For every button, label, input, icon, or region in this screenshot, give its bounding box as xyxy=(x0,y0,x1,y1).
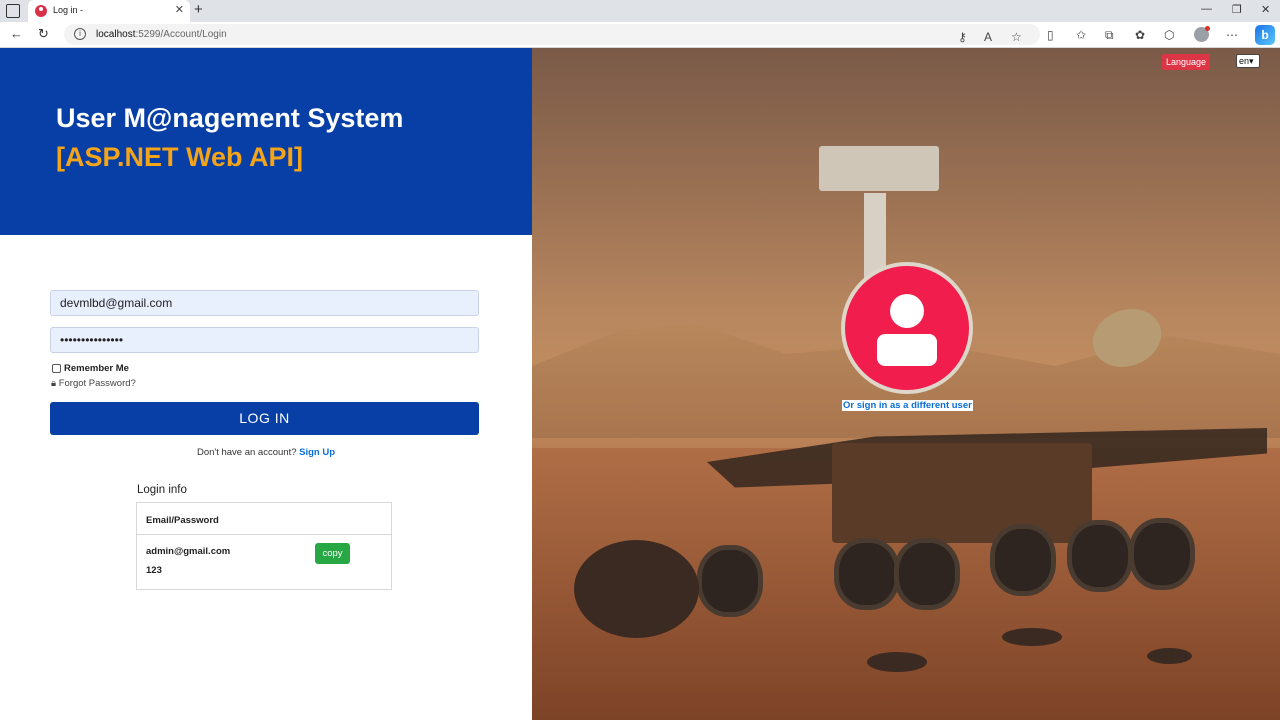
background-image-panel: Language en▾ Or sign in as a different u… xyxy=(532,48,1280,720)
window-close-icon[interactable]: ✕ xyxy=(1261,3,1270,16)
login-panel: User M@nagement System [ASP.NET Web API]… xyxy=(0,48,532,720)
rover-chassis xyxy=(832,443,1092,543)
browser-address-bar: ← ↻ i localhost:5299/Account/Login ⚷ A ☆… xyxy=(0,22,1280,48)
profile-avatar-icon[interactable] xyxy=(1194,26,1210,42)
more-menu-icon[interactable]: ⋯ xyxy=(1226,28,1238,42)
rover-wheel xyxy=(834,538,900,610)
no-account-text: Don't have an account? xyxy=(196,447,297,458)
login-info-email: admin@gmail.com xyxy=(146,546,231,557)
browser-essentials-icon[interactable]: ⬡ xyxy=(1164,28,1174,42)
favorite-star-icon[interactable]: ☆ xyxy=(1011,30,1022,44)
language-button[interactable]: Language xyxy=(1162,54,1210,70)
lock-icon: 🔒︎ xyxy=(51,378,57,389)
signup-prompt: Don't have an account? Sign Up xyxy=(0,447,532,458)
rover-wheel xyxy=(697,545,763,617)
copilot-icon[interactable]: b xyxy=(1255,25,1275,45)
login-button[interactable]: LOG IN xyxy=(50,402,479,435)
rock xyxy=(574,540,699,638)
rock xyxy=(1002,628,1062,646)
rover-wheel xyxy=(990,524,1056,596)
minimize-icon[interactable]: — xyxy=(1201,3,1212,15)
login-info-header: Email/Password xyxy=(137,503,391,535)
email-field[interactable]: devmlbd@gmail.com xyxy=(50,290,479,316)
browser-tab[interactable]: Log in - ✕ xyxy=(28,0,190,22)
restore-icon[interactable]: ❐ xyxy=(1232,3,1242,16)
language-select[interactable]: en▾ xyxy=(1236,54,1260,68)
password-field[interactable]: ••••••••••••••• xyxy=(50,327,479,353)
signup-link[interactable]: Sign Up xyxy=(299,447,335,458)
extension-icon[interactable]: ✿ xyxy=(1135,28,1145,42)
remember-me-label: Remember Me xyxy=(64,363,129,374)
url-field[interactable]: i localhost:5299/Account/Login ⚷ A ☆ xyxy=(64,24,1040,45)
url-text: localhost:5299/Account/Login xyxy=(96,29,227,40)
user-body-icon xyxy=(877,334,937,366)
remember-me[interactable]: Remember Me xyxy=(52,363,129,374)
tab-close-icon[interactable]: ✕ xyxy=(175,3,184,16)
tab-title: Log in - xyxy=(53,5,84,15)
back-icon[interactable]: ← xyxy=(10,26,23,41)
site-info-icon[interactable]: i xyxy=(74,28,86,40)
rover-wheel xyxy=(1129,518,1195,590)
favorites-icon[interactable]: ✩ xyxy=(1076,28,1086,42)
new-tab-icon[interactable]: + xyxy=(194,1,203,18)
refresh-icon[interactable]: ↻ xyxy=(38,26,49,42)
collections-icon[interactable]: ⧉ xyxy=(1105,28,1114,43)
tab-actions-icon[interactable] xyxy=(6,4,20,18)
split-screen-icon[interactable]: ▯ xyxy=(1047,28,1054,42)
login-info-title: Login info xyxy=(137,484,187,496)
login-info-password: 123 xyxy=(146,565,162,576)
rover-camera-head xyxy=(819,146,939,191)
app-title: User M@nagement System xyxy=(56,103,404,133)
rover-wheel xyxy=(894,538,960,610)
browser-tab-bar: Log in - ✕ + — ❐ ✕ xyxy=(0,0,1280,22)
remember-me-checkbox[interactable] xyxy=(52,364,61,373)
key-icon[interactable]: ⚷ xyxy=(958,30,967,44)
login-page: User M@nagement System [ASP.NET Web API]… xyxy=(0,48,1280,720)
user-head-icon xyxy=(890,294,924,328)
forgot-password-link[interactable]: 🔒︎ Forgot Password? xyxy=(51,378,136,389)
copy-button[interactable]: copy xyxy=(315,543,350,564)
hero-banner: User M@nagement System [ASP.NET Web API] xyxy=(0,48,532,235)
forgot-password-label: Forgot Password? xyxy=(58,378,136,389)
user-avatar[interactable] xyxy=(841,262,973,394)
tab-favicon-icon xyxy=(35,5,47,17)
login-info-table: Email/Password admin@gmail.com 123 copy xyxy=(136,502,392,590)
language-value: en xyxy=(1239,56,1250,66)
rover-wheel xyxy=(1067,520,1133,592)
read-aloud-icon[interactable]: A xyxy=(984,30,992,44)
rock xyxy=(1147,648,1192,664)
app-subtitle: [ASP.NET Web API] xyxy=(56,142,304,172)
different-user-link[interactable]: Or sign in as a different user xyxy=(842,400,973,411)
rock xyxy=(867,652,927,672)
